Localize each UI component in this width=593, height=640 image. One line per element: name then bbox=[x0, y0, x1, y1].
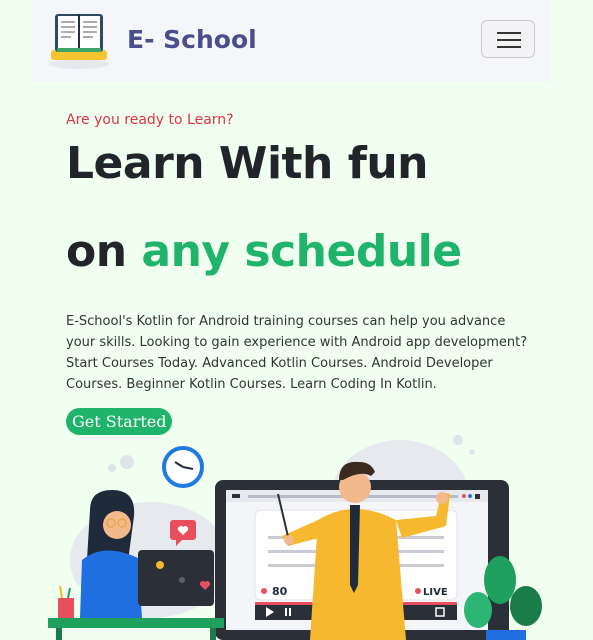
hero-title-line2: on any schedule bbox=[66, 226, 462, 277]
live-label: LIVE bbox=[423, 587, 448, 598]
hero-description: E-School's Kotlin for Android training c… bbox=[66, 314, 528, 392]
navbar: E- School bbox=[32, 0, 550, 82]
hamburger-menu-button[interactable] bbox=[481, 20, 535, 58]
hero-title-prefix: on bbox=[66, 226, 142, 277]
brand-link[interactable]: E- School bbox=[45, 8, 257, 70]
hero-eyebrow: Are you ready to Learn? bbox=[66, 112, 234, 128]
clock-icon bbox=[162, 446, 204, 488]
hero-title-accent: any schedule bbox=[141, 226, 462, 277]
likes-count: 80 bbox=[272, 585, 288, 598]
hero-illustration: 80 LIVE bbox=[48, 435, 542, 640]
hero-title-line1: Learn With fun bbox=[66, 138, 429, 189]
open-book-icon bbox=[49, 14, 109, 69]
brand-name: E- School bbox=[127, 24, 257, 54]
hamburger-menu-icon bbox=[497, 32, 521, 34]
